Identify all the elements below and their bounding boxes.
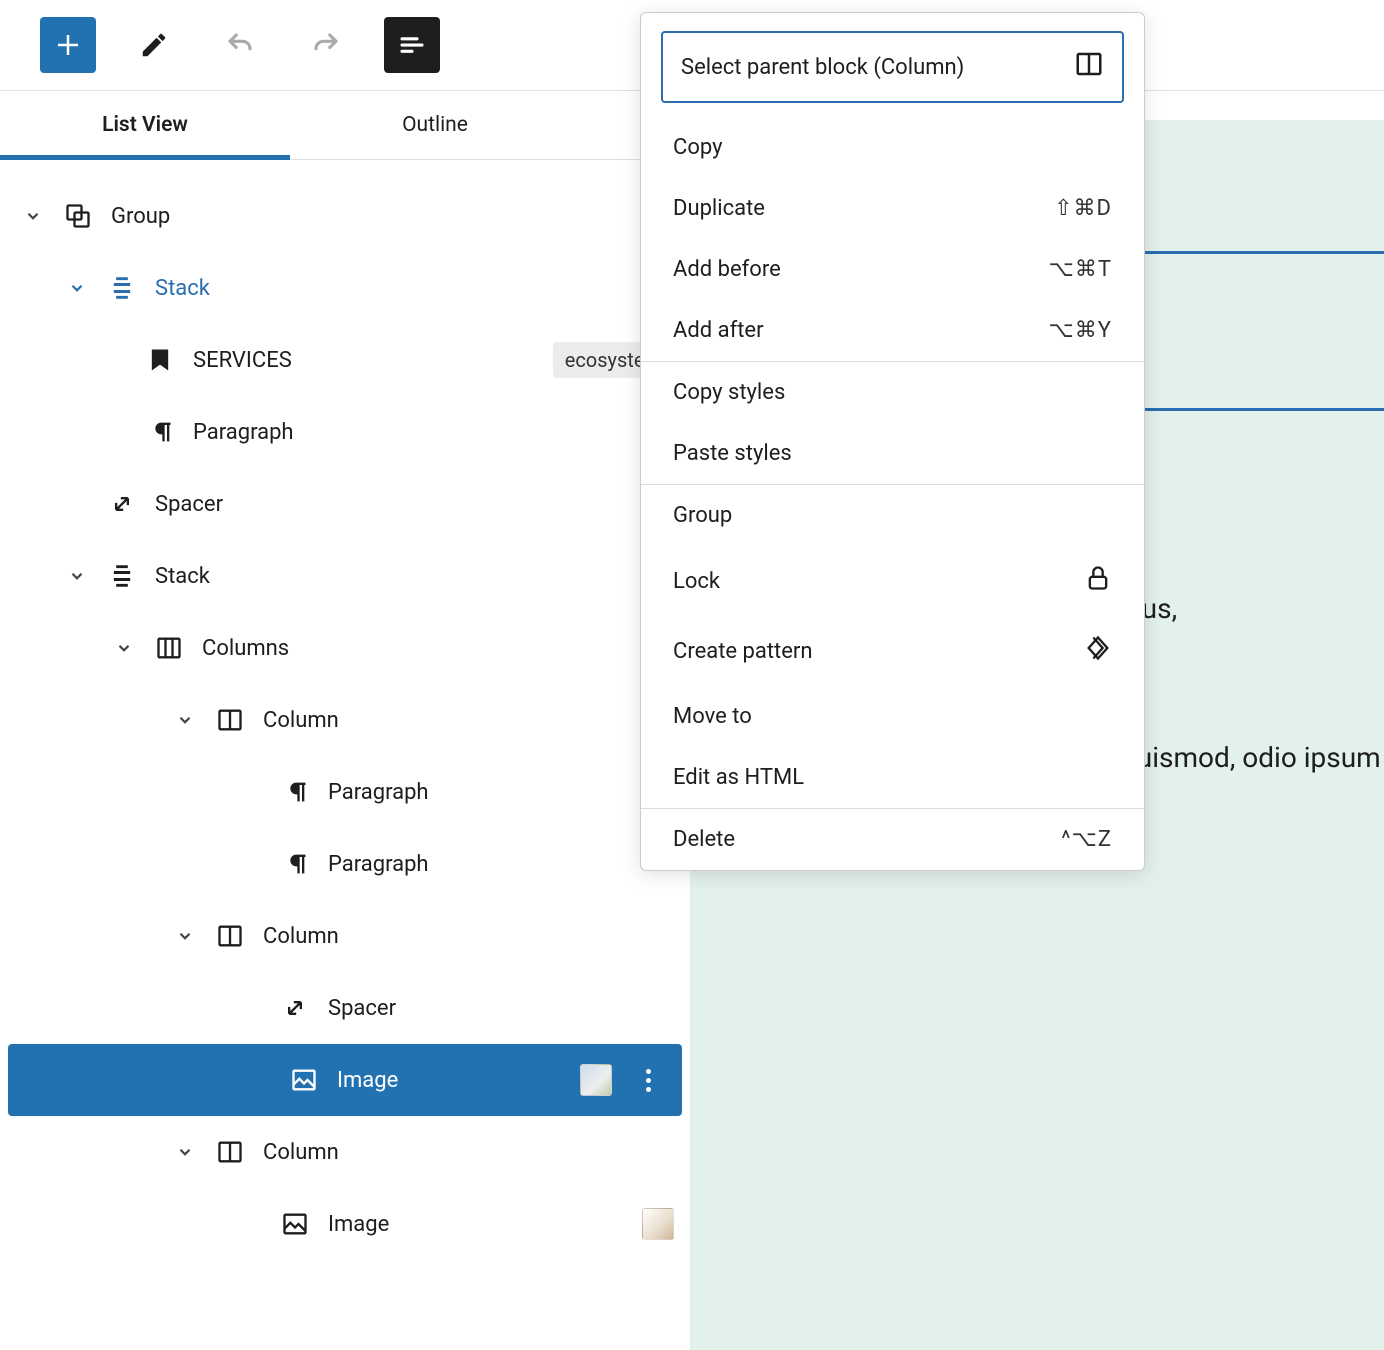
tab-list-view[interactable]: List View xyxy=(0,91,290,159)
menu-item-label: Create pattern xyxy=(673,639,813,664)
image-thumbnail xyxy=(642,1208,674,1240)
menu-item-label: Move to xyxy=(673,704,752,729)
menu-item-label: Lock xyxy=(673,569,720,594)
tree-label: SERVICES xyxy=(193,348,292,373)
chevron-down-icon[interactable] xyxy=(65,564,89,588)
tree-node-column[interactable]: Column xyxy=(0,1116,690,1188)
menu-add-before[interactable]: Add before ⌥⌘T xyxy=(641,239,1144,300)
image-icon xyxy=(280,1209,310,1239)
bookmark-icon xyxy=(145,345,175,375)
menu-shortcut: ⌥⌘T xyxy=(1049,257,1112,282)
tree-label: Stack xyxy=(155,276,210,301)
add-block-button[interactable] xyxy=(40,17,96,73)
column-icon xyxy=(215,921,245,951)
menu-edit-html[interactable]: Edit as HTML xyxy=(641,747,1144,808)
menu-item-label: Add before xyxy=(673,257,781,282)
tree-node-heading[interactable]: SERVICES ecosystem xyxy=(0,324,690,396)
tree-label: Column xyxy=(263,1140,339,1165)
pattern-icon xyxy=(1084,634,1112,668)
tree-label: Column xyxy=(263,708,339,733)
tree-node-image[interactable]: Image xyxy=(0,1188,690,1260)
tree-node-spacer[interactable]: Spacer xyxy=(0,972,690,1044)
tree-node-stack[interactable]: Stack xyxy=(0,540,690,612)
tree-label: Group xyxy=(111,204,170,229)
spacer-icon xyxy=(280,993,310,1023)
tree-label: Spacer xyxy=(155,492,223,517)
lock-icon xyxy=(1084,564,1112,598)
redo-button[interactable] xyxy=(298,17,354,73)
paragraph-icon xyxy=(145,417,175,447)
chevron-down-icon[interactable] xyxy=(173,708,197,732)
menu-shortcut: ⇧⌘D xyxy=(1054,196,1112,221)
more-options-button[interactable] xyxy=(630,1069,666,1092)
menu-add-after[interactable]: Add after ⌥⌘Y xyxy=(641,300,1144,361)
paragraph-icon xyxy=(280,777,310,807)
menu-copy[interactable]: Copy xyxy=(641,117,1144,178)
chevron-down-icon[interactable] xyxy=(173,1140,197,1164)
group-icon xyxy=(63,201,93,231)
column-icon xyxy=(215,705,245,735)
tab-outline[interactable]: Outline xyxy=(290,91,580,159)
image-icon xyxy=(289,1065,319,1095)
spacer-icon xyxy=(107,489,137,519)
menu-item-label: Group xyxy=(673,503,732,528)
tree-node-column[interactable]: Column xyxy=(0,684,690,756)
chevron-down-icon[interactable] xyxy=(21,204,45,228)
tree-label: Columns xyxy=(202,636,289,661)
menu-move-to[interactable]: Move to xyxy=(641,686,1144,747)
column-icon xyxy=(1074,49,1104,85)
tree-node-stack[interactable]: Stack xyxy=(0,252,690,324)
chevron-down-icon[interactable] xyxy=(112,636,136,660)
document-overview-button[interactable] xyxy=(384,17,440,73)
block-list-view: Group Stack SERVICES ecosystem Paragraph… xyxy=(0,160,690,1300)
menu-copy-styles[interactable]: Copy styles xyxy=(641,362,1144,423)
tree-node-spacer[interactable]: Spacer xyxy=(0,468,690,540)
column-icon xyxy=(215,1137,245,1167)
tree-node-columns[interactable]: Columns xyxy=(0,612,690,684)
menu-shortcut: ^⌥Z xyxy=(1061,827,1112,852)
tree-node-paragraph[interactable]: Paragraph xyxy=(0,396,690,468)
image-thumbnail xyxy=(580,1064,612,1096)
menu-create-pattern[interactable]: Create pattern xyxy=(641,616,1144,686)
menu-item-label: Paste styles xyxy=(673,441,792,466)
edit-button[interactable] xyxy=(126,17,182,73)
menu-item-label: Delete xyxy=(673,827,735,852)
menu-lock[interactable]: Lock xyxy=(641,546,1144,616)
menu-item-label: Copy xyxy=(673,135,723,160)
tree-label: Paragraph xyxy=(328,852,429,877)
tree-label: Paragraph xyxy=(193,420,294,445)
menu-item-label: Duplicate xyxy=(673,196,765,221)
menu-item-label: Edit as HTML xyxy=(673,765,804,790)
menu-select-parent[interactable]: Select parent block (Column) xyxy=(661,31,1124,103)
tree-node-paragraph[interactable]: Paragraph xyxy=(0,756,690,828)
menu-duplicate[interactable]: Duplicate ⇧⌘D xyxy=(641,178,1144,239)
chevron-down-icon[interactable] xyxy=(65,276,89,300)
menu-item-label: Select parent block (Column) xyxy=(681,55,964,80)
tree-label: Stack xyxy=(155,564,210,589)
tree-label: Image xyxy=(337,1068,398,1093)
tree-label: Spacer xyxy=(328,996,396,1021)
tree-label: Paragraph xyxy=(328,780,429,805)
menu-paste-styles[interactable]: Paste styles xyxy=(641,423,1144,484)
tree-node-image-selected[interactable]: Image xyxy=(8,1044,682,1116)
tree-node-paragraph[interactable]: Paragraph xyxy=(0,828,690,900)
tree-label: Image xyxy=(328,1212,389,1237)
menu-item-label: Copy styles xyxy=(673,380,785,405)
stack-icon xyxy=(107,561,137,591)
tree-label: Column xyxy=(263,924,339,949)
stack-icon xyxy=(107,273,137,303)
paragraph-icon xyxy=(280,849,310,879)
menu-group[interactable]: Group xyxy=(641,485,1144,546)
chevron-down-icon[interactable] xyxy=(173,924,197,948)
menu-item-label: Add after xyxy=(673,318,764,343)
tree-node-group[interactable]: Group xyxy=(0,180,690,252)
undo-button[interactable] xyxy=(212,17,268,73)
columns-icon xyxy=(154,633,184,663)
menu-shortcut: ⌥⌘Y xyxy=(1048,318,1112,343)
block-options-menu: Select parent block (Column) Copy Duplic… xyxy=(640,12,1145,871)
tree-node-column[interactable]: Column xyxy=(0,900,690,972)
menu-delete[interactable]: Delete ^⌥Z xyxy=(641,809,1144,870)
